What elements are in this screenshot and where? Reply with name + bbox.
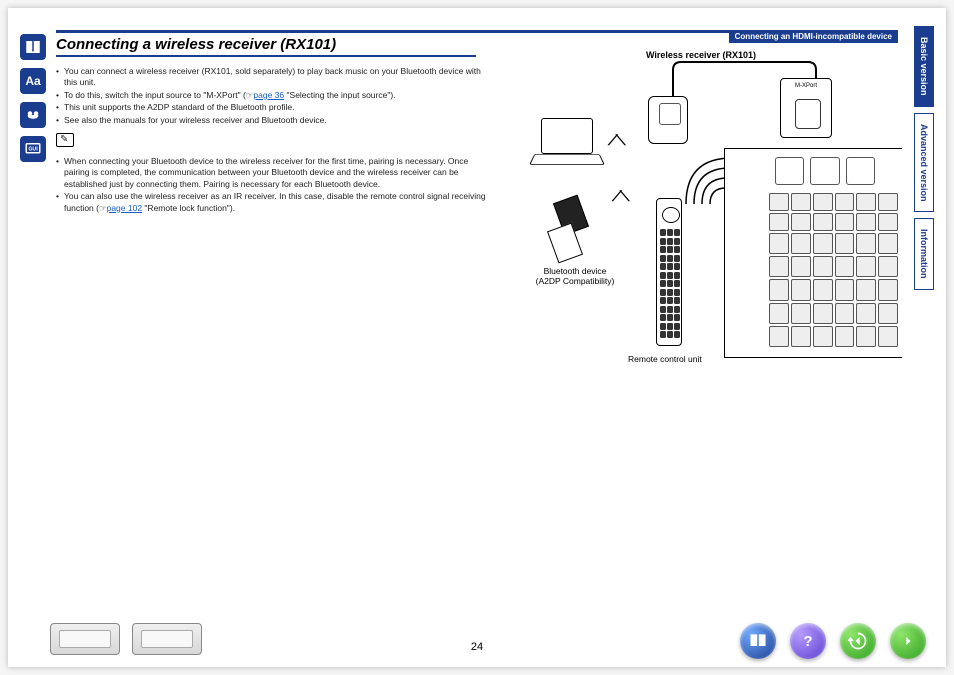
gui-icon[interactable]: GUI [20,136,46,162]
lightning-icon: ⟋⟍ [608,132,624,149]
section-tag: Connecting an HDMI-incompatible device [729,30,898,43]
connection-diagram: Wireless receiver (RX101) ⟋⟍ ⟋⟍ Bluetoot… [508,48,898,378]
flip-phone-icon [552,198,592,262]
mask-icon[interactable] [20,102,46,128]
side-tabs: Basic version Advanced version Informati… [914,26,938,296]
lightning-icon: ⟋⟍ [612,188,628,205]
footer-nav-buttons: ? [740,623,926,659]
bullet: You can connect a wireless receiver (RX1… [56,66,486,89]
note-bullet: When connecting your Bluetooth device to… [56,156,486,190]
footer-thumbnails [50,623,202,655]
note-icon [56,133,74,147]
tab-basic-version[interactable]: Basic version [914,26,934,107]
wireless-receiver-icon [648,96,688,144]
manual-page: Aa GUI Connecting an HDMI-incompatible d… [8,8,946,667]
book-icon[interactable] [20,34,46,60]
device-front-thumb[interactable] [50,623,120,655]
bullet: To do this, switch the input source to "… [56,90,486,101]
note-bullet: You can also use the wireless receiver a… [56,191,486,214]
av-receiver-rear-icon [724,148,902,358]
tab-information[interactable]: Information [914,218,934,290]
device-rear-thumb[interactable] [132,623,202,655]
next-page-button[interactable] [890,623,926,659]
mxport-dock-icon [780,78,832,138]
svg-text:GUI: GUI [28,147,38,153]
remote-caption: Remote control unit [628,354,702,364]
glossary-icon[interactable]: Aa [20,68,46,94]
bluetooth-caption: Bluetooth device (A2DP Compatibility) [520,266,630,286]
remote-control-icon [656,198,682,346]
body-text: You can connect a wireless receiver (RX1… [56,66,486,215]
laptop-icon [532,118,602,172]
help-button[interactable]: ? [790,623,826,659]
page-link-102[interactable]: page 102 [107,203,142,213]
bullet: This unit supports the A2DP standard of … [56,102,486,113]
left-icon-rail: Aa GUI [20,34,50,170]
contents-button[interactable] [740,623,776,659]
svg-text:?: ? [803,633,812,650]
page-link-36[interactable]: page 36 [253,90,284,100]
bullet: See also the manuals for your wireless r… [56,115,486,126]
tab-advanced-version[interactable]: Advanced version [914,113,934,213]
prev-page-button[interactable] [840,623,876,659]
page-title: Connecting a wireless receiver (RX101) [56,36,476,57]
